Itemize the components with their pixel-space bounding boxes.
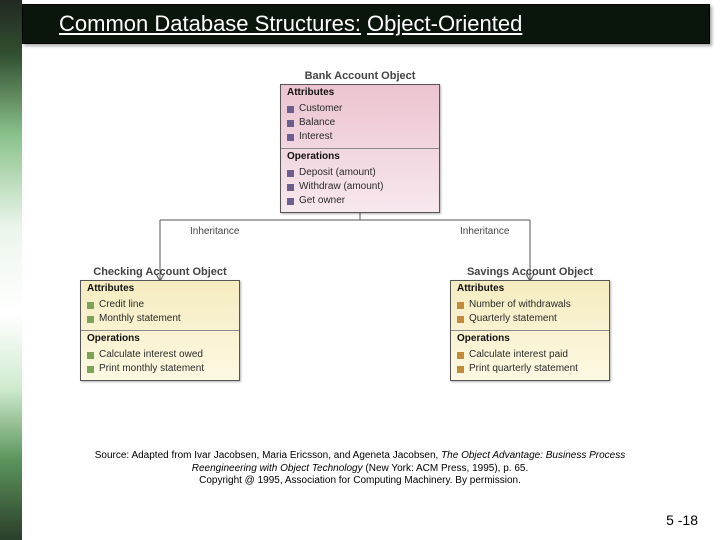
list-item: Monthly statement: [87, 312, 233, 326]
bank-ops-header: Operations: [281, 148, 439, 164]
checking-attr-header: Attributes: [81, 281, 239, 296]
bullet-icon: [287, 134, 294, 141]
bullet-icon: [87, 302, 94, 309]
bullet-icon: [87, 366, 94, 373]
bullet-icon: [287, 184, 294, 191]
source-line2-ital: Reengineering with Object Technology: [192, 463, 363, 474]
savings-ops-header: Operations: [451, 330, 609, 346]
list-item: Print monthly statement: [87, 362, 233, 376]
list-item: Calculate interest owed: [87, 348, 233, 362]
bullet-icon: [287, 120, 294, 127]
list-item: Credit line: [87, 298, 233, 312]
list-item: Interest: [287, 130, 433, 144]
bank-attr-header: Attributes: [281, 85, 439, 100]
savings-object-label: Savings Account Object: [450, 266, 610, 278]
bullet-icon: [87, 316, 94, 323]
list-item: Number of withdrawals: [457, 298, 603, 312]
inheritance-label-left: Inheritance: [190, 226, 239, 237]
bullet-icon: [457, 366, 464, 373]
savings-attr-header: Attributes: [451, 281, 609, 296]
list-item: Calculate interest paid: [457, 348, 603, 362]
checking-object-box: Attributes Credit line Monthly statement…: [80, 280, 240, 381]
bullet-icon: [287, 106, 294, 113]
checking-object-label: Checking Account Object: [80, 266, 240, 278]
bullet-icon: [457, 316, 464, 323]
checking-ops-header: Operations: [81, 330, 239, 346]
list-item: Deposit (amount): [287, 166, 433, 180]
source-line2-post: (New York: ACM Press, 1995), p. 65.: [363, 463, 529, 474]
savings-object-box: Attributes Number of withdrawals Quarter…: [450, 280, 610, 381]
bank-object-box: Attributes Customer Balance Interest Ope…: [280, 84, 440, 213]
decorative-left-strip: [0, 0, 22, 540]
title-bar: Common Database Structures: Object-Orien…: [22, 4, 710, 44]
title-part2: Object-Oriented: [367, 11, 522, 37]
inheritance-label-right: Inheritance: [460, 226, 509, 237]
bullet-icon: [457, 352, 464, 359]
source-citation: Source: Adapted from Ivar Jacobsen, Mari…: [50, 450, 670, 488]
list-item: Balance: [287, 116, 433, 130]
bullet-icon: [457, 302, 464, 309]
list-item: Get owner: [287, 194, 433, 208]
list-item: Print quarterly statement: [457, 362, 603, 376]
object-diagram: Inheritance Inheritance Bank Account Obj…: [60, 70, 660, 410]
source-line1-pre: Source: Adapted from Ivar Jacobsen, Mari…: [95, 450, 441, 461]
bank-object-label: Bank Account Object: [280, 70, 440, 82]
list-item: Withdraw (amount): [287, 180, 433, 194]
source-line1-ital: The Object Advantage: Business Process: [441, 450, 625, 461]
list-item: Customer: [287, 102, 433, 116]
bullet-icon: [87, 352, 94, 359]
bullet-icon: [287, 198, 294, 205]
page-number: 5 -18: [666, 512, 698, 528]
bullet-icon: [287, 170, 294, 177]
title-part1: Common Database Structures:: [59, 11, 361, 37]
source-line3: Copyright @ 1995, Association for Comput…: [199, 475, 521, 486]
list-item: Quarterly statement: [457, 312, 603, 326]
